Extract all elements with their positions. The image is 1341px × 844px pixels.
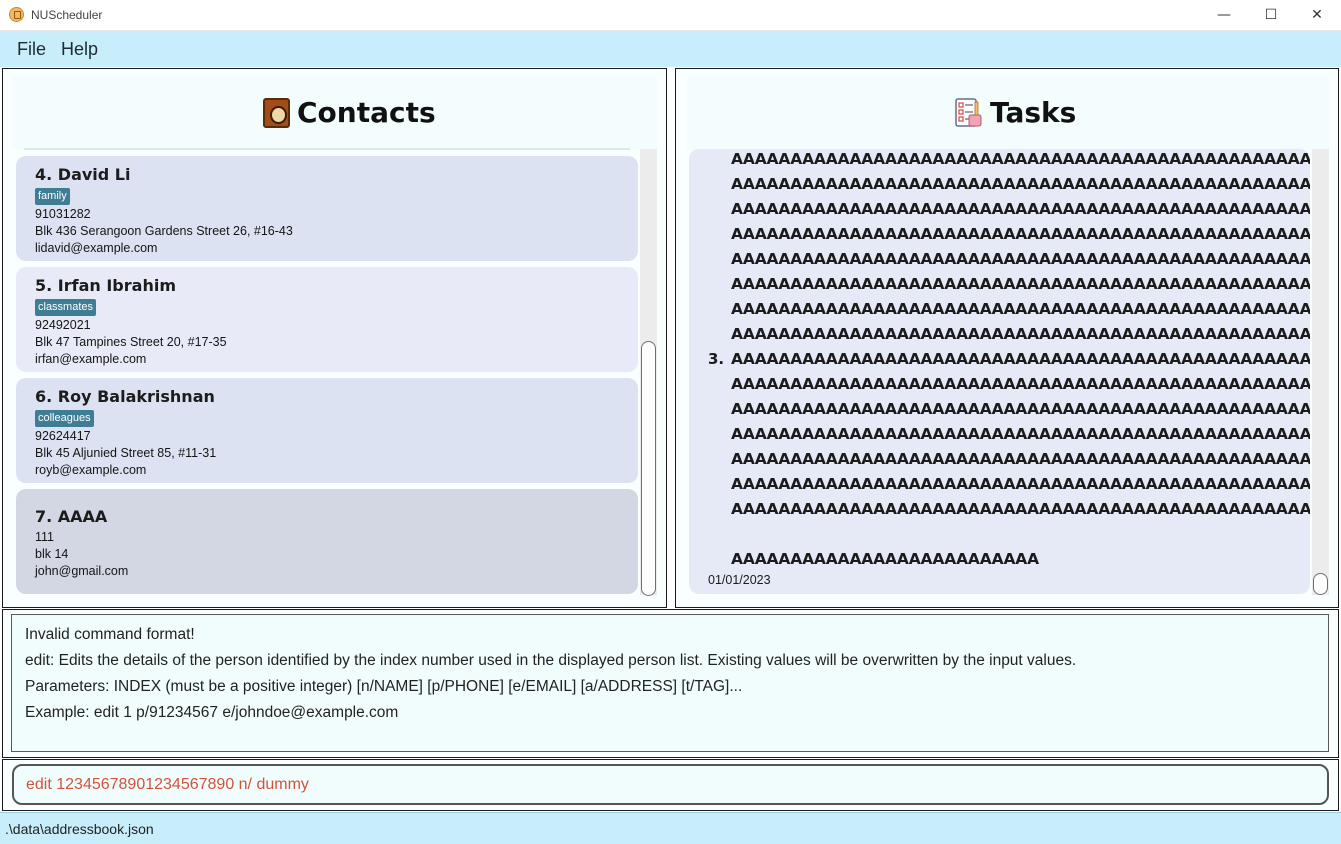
status-bar: .\data\addressbook.json (0, 812, 1341, 844)
header-divider (24, 148, 630, 150)
contact-tag: colleagues (35, 410, 94, 427)
task-title-line: AAAAAAAAAAAAAAAAAAAAAAAAAAAAAAAAAAAAAAAA… (731, 200, 1310, 218)
storage-path: .\data\addressbook.json (5, 821, 154, 837)
tasks-title: Tasks (990, 96, 1077, 129)
tasks-scroll-thumb[interactable] (1313, 573, 1328, 595)
contacts-book-icon (263, 98, 290, 128)
contact-card[interactable]: 6. Roy Balakrishnan colleagues 92624417 … (16, 378, 638, 483)
menu-file[interactable]: File (17, 39, 46, 60)
result-line: Parameters: INDEX (must be a positive in… (25, 678, 743, 695)
task-card[interactable]: AAAAAAAAAAAAAAAAAAAAAAAAAAAAAAAAAAAAAAAA… (689, 149, 1310, 594)
contact-tag: family (35, 188, 70, 205)
app-logo-icon (9, 7, 24, 22)
task-title-line: AAAAAAAAAAAAAAAAAAAAAAAAAAAAAAAAAAAAAAAA… (731, 450, 1310, 468)
result-line: edit: Edits the details of the person id… (25, 652, 1077, 669)
contact-card[interactable]: 7. AAAA 111 blk 14 john@gmail.com (16, 489, 638, 594)
title-bar: NUScheduler — ☐ ✕ (0, 0, 1341, 31)
contact-name: 7. AAAA (35, 507, 108, 526)
task-title-line: AAAAAAAAAAAAAAAAAAAAAAAAAAAAAAAAAAAAAAAA… (731, 175, 1310, 193)
maximize-icon[interactable]: ☐ (1248, 4, 1294, 26)
task-title-line: AAAAAAAAAAAAAAAAAAAAAAAAAAAAAAAAAAAAAAAA… (731, 150, 1310, 168)
task-title-line: AAAAAAAAAAAAAAAAAAAAAAAAAAAAAAAAAAAAAAAA… (731, 225, 1310, 243)
command-input[interactable] (12, 764, 1329, 805)
result-line: Invalid command format! (25, 626, 195, 643)
contacts-title: Contacts (297, 96, 436, 129)
task-date: 01/01/2023 (708, 573, 771, 587)
tasks-scrollbar[interactable] (1312, 149, 1329, 595)
menu-bar: File Help (0, 31, 1341, 67)
task-title-line: AAAAAAAAAAAAAAAAAAAAAAAAAAAAAAAAAAAAAAAA… (731, 425, 1310, 443)
contact-name: 6. Roy Balakrishnan (35, 387, 215, 406)
task-index: 3. (708, 350, 725, 368)
task-title-line: AAAAAAAAAAAAAAAAAAAAAAAAAAAAAAAAAAAAAAAA… (731, 500, 1310, 518)
contact-address: Blk 45 Aljunied Street 85, #11-31 (35, 446, 217, 460)
contact-email: john@gmail.com (35, 564, 129, 578)
minimize-icon[interactable]: — (1201, 4, 1247, 26)
task-title-line: AAAAAAAAAAAAAAAAAAAAAAAAAA (731, 550, 1039, 568)
window-title: NUScheduler (31, 8, 103, 22)
contact-email: royb@example.com (35, 463, 147, 477)
task-title-line: AAAAAAAAAAAAAAAAAAAAAAAAAAAAAAAAAAAAAAAA… (731, 400, 1310, 418)
task-title-line: AAAAAAAAAAAAAAAAAAAAAAAAAAAAAAAAAAAAAAAA… (731, 250, 1310, 268)
contact-card[interactable]: 5. Irfan Ibrahim classmates 92492021 Blk… (16, 267, 638, 372)
task-title-line: AAAAAAAAAAAAAAAAAAAAAAAAAAAAAAAAAAAAAAAA… (731, 300, 1310, 318)
contact-name: 5. Irfan Ibrahim (35, 276, 176, 295)
task-title-line: AAAAAAAAAAAAAAAAAAAAAAAAAAAAAAAAAAAAAAAA… (731, 375, 1310, 393)
contact-address: blk 14 (35, 547, 69, 561)
task-title-line: AAAAAAAAAAAAAAAAAAAAAAAAAAAAAAAAAAAAAAAA… (731, 325, 1310, 343)
contact-email: irfan@example.com (35, 352, 147, 366)
contact-address: Blk 436 Serangoon Gardens Street 26, #16… (35, 224, 293, 238)
contact-name: 4. David Li (35, 165, 131, 184)
contact-phone: 111 (35, 530, 55, 544)
contact-tag: classmates (35, 299, 97, 316)
menu-help[interactable]: Help (61, 39, 98, 60)
close-icon[interactable]: ✕ (1294, 4, 1340, 26)
contact-phone: 92624417 (35, 429, 91, 443)
task-title-line: AAAAAAAAAAAAAAAAAAAAAAAAAAAAAAAAAAAAAAAA… (731, 275, 1310, 293)
task-list-icon (955, 98, 982, 127)
task-title-line: AAAAAAAAAAAAAAAAAAAAAAAAAAAAAAAAAAAAAAAA… (731, 475, 1310, 493)
contacts-scroll-thumb[interactable] (641, 341, 656, 596)
contact-email: lidavid@example.com (35, 241, 158, 255)
contact-phone: 92492021 (35, 318, 91, 332)
contact-card[interactable]: 4. David Li family 91031282 Blk 436 Sera… (16, 156, 638, 261)
contact-phone: 91031282 (35, 207, 91, 221)
result-line: Example: edit 1 p/91234567 e/johndoe@exa… (25, 704, 399, 721)
task-title-line: AAAAAAAAAAAAAAAAAAAAAAAAAAAAAAAAAAAAAAAA… (731, 350, 1310, 368)
contact-address: Blk 47 Tampines Street 20, #17-35 (35, 335, 227, 349)
